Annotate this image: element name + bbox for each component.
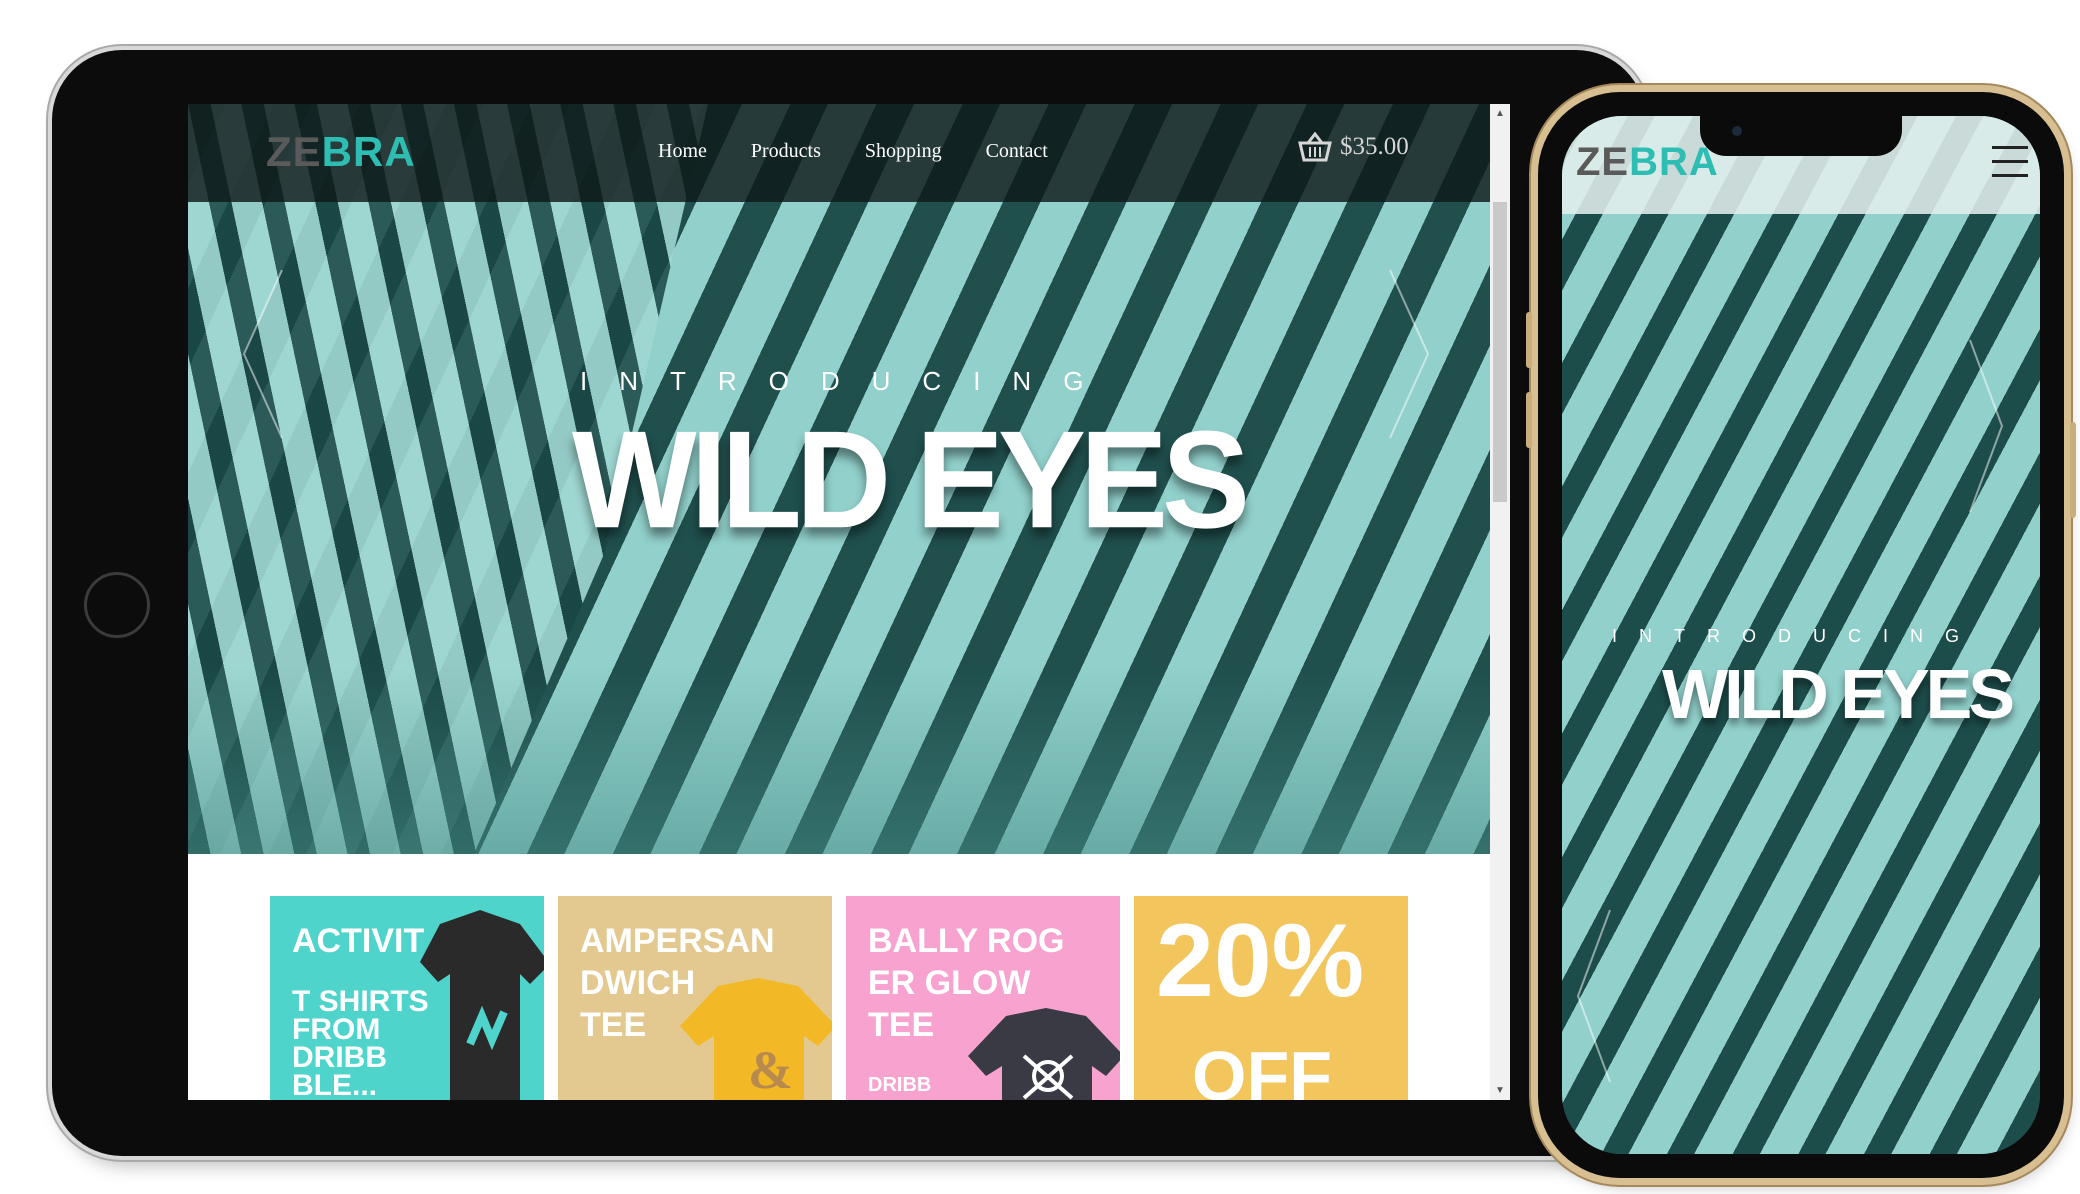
cart-button[interactable]: $35.00 bbox=[1298, 132, 1409, 162]
tablet-device: INTRODUCING WILD EYES ZEBRA Home Product… bbox=[52, 50, 1646, 1156]
volume-down-button[interactable] bbox=[1526, 392, 1532, 448]
chevron-right-icon[interactable] bbox=[1966, 336, 2006, 516]
top-navigation: ZEBRA Home Products Shopping Contact $35… bbox=[188, 104, 1490, 202]
product-grid: ACTIVIT T SHIRTS FROM DRIBB BLE... & AMP… bbox=[270, 896, 1410, 1100]
zebra-logo[interactable]: ZEBRA bbox=[266, 128, 416, 176]
power-button[interactable] bbox=[2070, 422, 2076, 518]
scrollbar[interactable]: ▲ ▼ bbox=[1490, 104, 1510, 1100]
hero-headline: WILD EYES bbox=[572, 402, 1250, 557]
phone-screen: INTRODUCING WILD EYES ZEBRA bbox=[1562, 116, 2040, 1154]
product-card-ampersand[interactable]: & AMPERSAN DWICH TEE bbox=[558, 896, 832, 1100]
chevron-left-icon[interactable] bbox=[1574, 906, 1614, 1086]
tshirt-image bbox=[420, 910, 544, 1100]
zebra-logo[interactable]: ZEBRA bbox=[1576, 140, 1719, 185]
hero-slider: INTRODUCING WILD EYES ZEBRA Home Product… bbox=[188, 104, 1490, 854]
hero-kicker: INTRODUCING bbox=[580, 366, 1116, 396]
phone-device: INTRODUCING WILD EYES ZEBRA bbox=[1526, 92, 2076, 1178]
hero-kicker: INTRODUCING bbox=[1612, 626, 1981, 646]
cart-total: $35.00 bbox=[1340, 133, 1409, 160]
chevron-right-icon[interactable] bbox=[1384, 264, 1434, 444]
chevron-left-icon[interactable] bbox=[238, 264, 288, 444]
home-button[interactable] bbox=[84, 572, 150, 638]
volume-up-button[interactable] bbox=[1526, 312, 1532, 368]
nav-products[interactable]: Products bbox=[751, 140, 821, 163]
basket-icon bbox=[1298, 132, 1332, 162]
nav-shopping[interactable]: Shopping bbox=[865, 140, 942, 163]
nav-contact[interactable]: Contact bbox=[986, 140, 1048, 163]
scroll-down-icon[interactable]: ▼ bbox=[1495, 1085, 1505, 1096]
nav-home[interactable]: Home bbox=[658, 140, 707, 163]
phone-hero-slider: INTRODUCING WILD EYES bbox=[1562, 116, 2040, 1154]
scroll-thumb[interactable] bbox=[1493, 202, 1507, 502]
main-menu: Home Products Shopping Contact bbox=[658, 140, 1048, 163]
svg-text:&: & bbox=[748, 1040, 793, 1100]
phone-notch bbox=[1700, 116, 1902, 156]
product-card-bally-roger[interactable]: BALLY ROG ER GLOW TEE DRIBB bbox=[846, 896, 1120, 1100]
tablet-screen: INTRODUCING WILD EYES ZEBRA Home Product… bbox=[188, 104, 1510, 1100]
hero-headline: WILD EYES bbox=[1662, 655, 2015, 733]
product-card-activity[interactable]: ACTIVIT T SHIRTS FROM DRIBB BLE... bbox=[270, 896, 544, 1100]
scroll-up-icon[interactable]: ▲ bbox=[1495, 108, 1505, 119]
hamburger-menu-icon[interactable] bbox=[1992, 146, 2028, 188]
product-card-sale[interactable]: 20% OFF bbox=[1134, 896, 1408, 1100]
camera-icon bbox=[1732, 126, 1742, 136]
